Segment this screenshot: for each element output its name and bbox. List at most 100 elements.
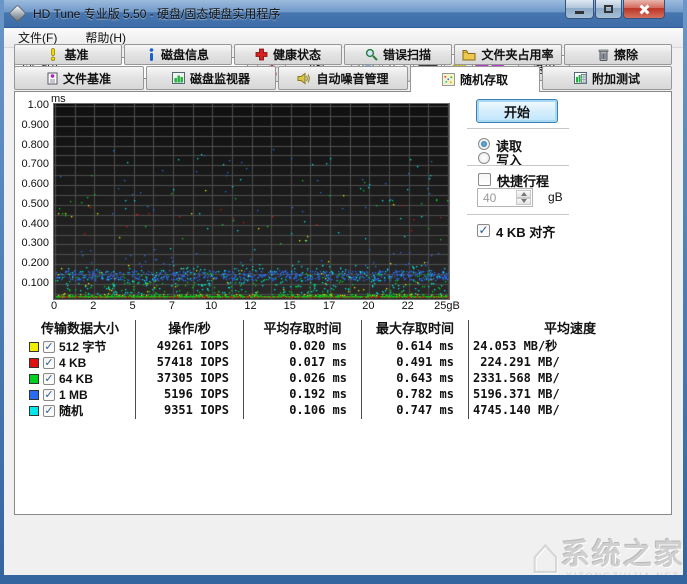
ops-cell: 5196 IOPS [135,387,243,403]
random-access-panel: ms 1.00 0.900 0.800 0.700 0.600 0.500 0.400 0.3… [14,91,672,515]
col-header-avg: 平均存取时间 [243,320,361,339]
table-row-label: ✓ 4 KB [25,355,135,371]
ops-cell: 49261 IOPS [135,339,243,355]
file-icon [47,72,58,84]
watermark-subtext: XITONGZHIJIA.NET [565,571,681,581]
tab-random-access[interactable]: 随机存取 [410,66,540,92]
maximize-button[interactable] [595,0,622,19]
table-row-label: ✓ 1 MB [25,387,135,403]
tab-health[interactable]: 健康状态 [234,44,342,65]
tab-error-scan[interactable]: 错误扫描 [344,44,452,65]
speed-cell: 224.291 MB/ [468,355,671,371]
capacity-stepper[interactable] [516,190,531,205]
window-title: HD Tune 专业版 5.50 - 硬盘/固态硬盘实用程序 [33,7,281,21]
exclamation-icon [51,48,56,61]
tab-label: 错误扫描 [382,48,431,62]
tab-label: 自动噪音管理 [316,71,389,86]
max-cell: 0.782 ms [361,387,468,403]
magnifier-icon [365,48,378,61]
tab-folder-usage[interactable]: 文件夹占用率 [454,44,562,65]
col-header-max: 最大存取时间 [361,320,468,339]
x-tick-label: 12 [244,300,257,312]
series-checkbox[interactable]: ✓ [43,405,55,417]
y-tick-label: 0.300 [21,237,49,250]
tab-extra-tests[interactable]: 附加测试 [542,66,672,90]
tab-disk-info[interactable]: 磁盘信息 [124,44,232,65]
avg-cell: 0.020 ms [243,339,361,355]
x-tick-label: 20 [362,300,375,312]
capacity-unit: gB [548,190,563,204]
minimize-button[interactable] [565,0,594,19]
col-header-size: 传输数据大小 [40,321,119,336]
series-swatch [29,406,39,416]
start-label: 开始 [503,104,530,120]
hd-tune-window: HD Tune 专业版 5.50 - 硬盘/固态硬盘实用程序 文件(F) 帮助(… [0,0,687,584]
x-tick-label: 10 [205,300,218,312]
step-up-icon[interactable] [516,190,531,198]
app-icon [8,4,27,23]
watermark-text: 系统之家 [560,539,685,571]
tab-label: 附加测试 [591,71,640,86]
short-stroke-checkbox[interactable] [478,173,491,186]
scatter-icon [441,72,455,86]
monitor-bars-icon [171,72,185,84]
x-tick-label: 15 [283,300,296,312]
series-checkbox[interactable]: ✓ [43,373,55,385]
col-header-ops: 操作/秒 [135,320,243,339]
series-checkbox[interactable]: ✓ [43,341,55,353]
tab-label: 磁盘信息 [160,48,209,62]
y-tick-label: 0.200 [21,257,49,270]
tab-label: 磁盘监视器 [189,71,250,86]
ops-cell: 37305 IOPS [135,371,243,387]
tab-disk-monitor[interactable]: 磁盘监视器 [146,66,276,90]
capacity-field[interactable]: 40 [477,188,533,207]
read-radio[interactable] [478,138,490,150]
tab-label: 擦除 [613,48,638,62]
series-swatch [29,374,39,384]
capacity-value: 40 [483,190,497,205]
max-cell: 0.643 ms [361,371,468,387]
separator [467,214,569,216]
series-checkbox[interactable]: ✓ [43,357,55,369]
tab-aam[interactable]: 自动噪音管理 [278,66,408,90]
y-tick-label: 0.400 [21,217,49,230]
max-cell: 0.614 ms [361,339,468,355]
start-button[interactable]: 开始 [476,99,558,123]
tab-label: 基准 [64,48,89,62]
y-tick-label: 0.900 [21,118,49,131]
health-cross-icon [255,48,268,61]
close-button[interactable] [623,0,665,19]
extra-tests-chart-icon [573,72,587,84]
x-tick-label: 17 [322,300,336,312]
tab-benchmark[interactable]: 基准 [14,44,122,65]
write-radio[interactable] [478,152,490,164]
step-down-icon[interactable] [516,197,531,205]
series-swatch [29,390,39,400]
x-tick-label: 0 [50,300,58,312]
col-header-speed: 平均速度 [468,320,671,339]
series-swatch [29,342,39,352]
x-tick-label: 7 [168,300,175,312]
separator [467,128,569,130]
series-checkbox[interactable]: ✓ [43,389,55,401]
folder-icon [462,49,476,60]
tab-label: 健康状态 [272,48,321,62]
tab-label: 随机存取 [459,72,508,87]
watermark: ⌂ 系统之家 XITONGZHIJIA.NET [530,530,685,581]
max-cell: 0.491 ms [361,355,468,371]
align-checkbox[interactable]: ✓ [477,224,490,237]
y-tick-label: 0.500 [21,197,49,210]
x-tick-label: 25gB [434,300,460,312]
tab-erase[interactable]: 擦除 [564,44,672,65]
table-row-label: ✓ 64 KB [25,371,135,387]
max-cell: 0.747 ms [361,403,468,419]
random-access-chart [53,103,450,300]
separator [467,165,569,167]
minimize-icon [575,10,584,14]
speaker-icon [297,72,311,84]
table-row-label: ✓ 随机 [25,403,135,419]
ops-cell: 9351 IOPS [135,403,243,419]
speed-cell: 4745.140 MB/ [468,403,671,419]
tab-file-benchmark[interactable]: 文件基准 [14,66,144,90]
ops-cell: 57418 IOPS [135,355,243,371]
